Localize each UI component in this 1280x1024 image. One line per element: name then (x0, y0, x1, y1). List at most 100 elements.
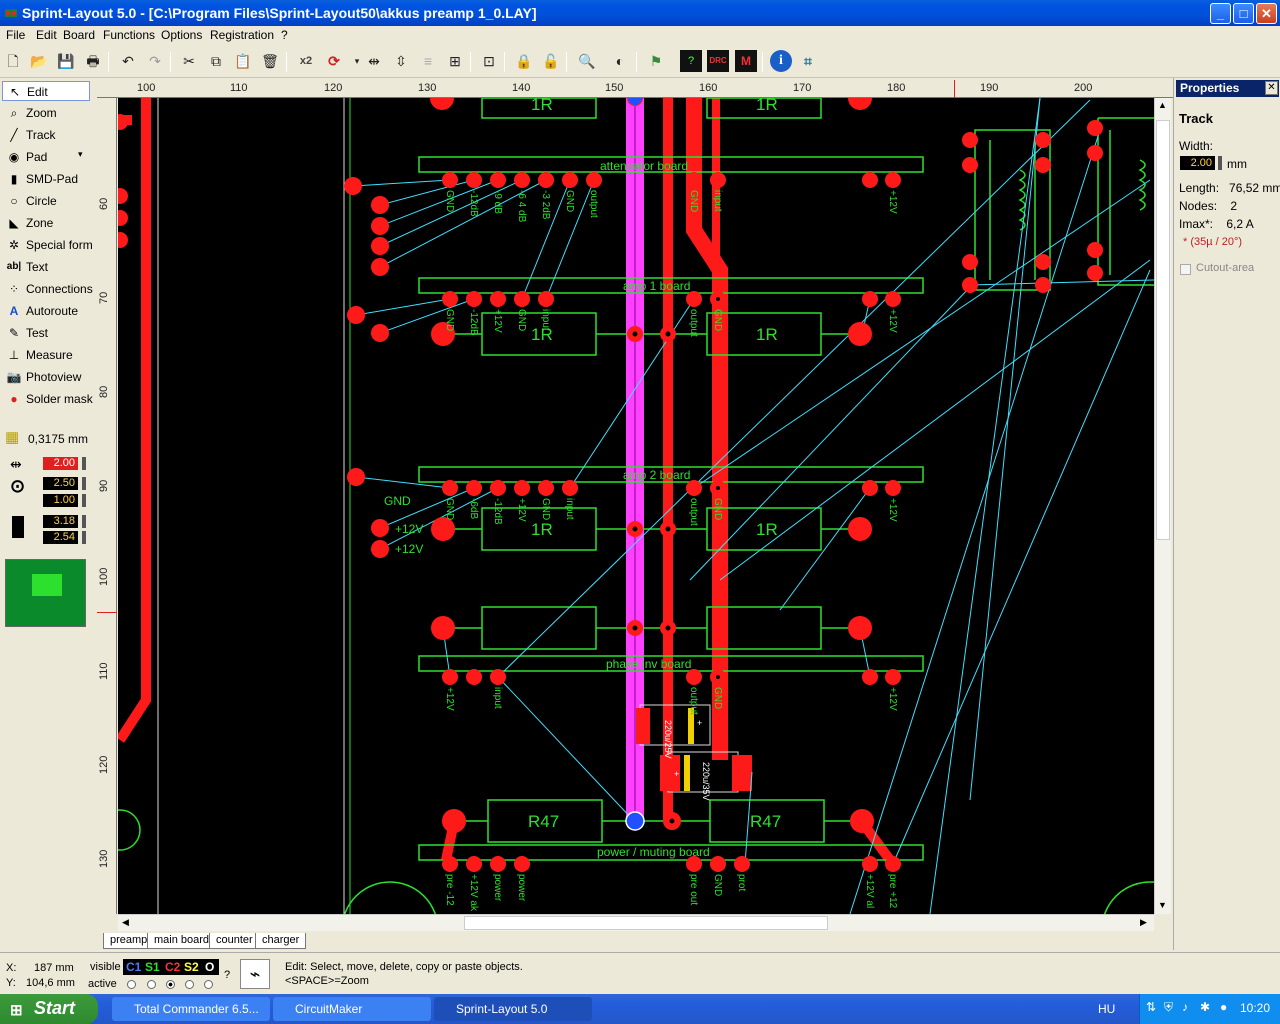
task-total-commander[interactable]: Total Commander 6.5... (112, 997, 270, 1021)
language-indicator[interactable]: HU (1098, 1002, 1115, 1016)
tool-autoroute[interactable]: A Autoroute (2, 301, 90, 321)
ungroup-icon[interactable]: ⊡ (478, 50, 500, 72)
tab-counter[interactable]: counter (209, 933, 260, 949)
layer-c2-toggle[interactable]: C2 (165, 960, 180, 974)
tool-test[interactable]: ✎ Test (2, 323, 90, 343)
tab-charger[interactable]: charger (255, 933, 307, 949)
delete-icon[interactable]: 🗑 (259, 50, 281, 72)
layer-s2-toggle[interactable]: S2 (184, 960, 199, 974)
track-width-field[interactable]: 2.00 (43, 457, 78, 470)
tool-solder-mask[interactable]: ● Solder mask (2, 389, 92, 409)
tool-pad[interactable]: ◉ Pad ▾ (2, 147, 90, 167)
start-button[interactable]: ⊞ Start (0, 994, 98, 1024)
grid-icon[interactable]: ▦ (5, 430, 23, 446)
align-icon[interactable]: ≡ (417, 50, 439, 72)
minimize-button[interactable]: _ (1210, 3, 1231, 24)
layer-s1-toggle[interactable]: S1 (145, 960, 160, 974)
drc-icon[interactable]: DRC (707, 50, 729, 72)
tray-network-icon[interactable]: ⇅ (1146, 1000, 1156, 1014)
mirror-h-icon[interactable]: ⇹ (363, 50, 385, 72)
smd-width-field[interactable]: 3.18 (43, 515, 78, 528)
menu-file[interactable]: File (6, 28, 25, 42)
vertical-scrollbar[interactable]: ▲ ▼ (1154, 98, 1171, 914)
scroll-down-icon[interactable]: ▼ (1158, 900, 1167, 910)
close-button[interactable]: ✕ (1256, 3, 1277, 24)
active-c2-radio[interactable] (166, 980, 175, 989)
unlock-icon[interactable]: 🔓 (540, 50, 562, 72)
redo-icon[interactable]: ↷ (144, 50, 166, 72)
scroll-right-icon[interactable]: ▶ (1140, 917, 1147, 928)
tool-connections[interactable]: ⁘ Connections (2, 279, 93, 299)
smd-width-spinner[interactable] (82, 515, 86, 528)
menu-options[interactable]: Options (161, 28, 202, 42)
contrast-icon[interactable]: ◐ (609, 50, 631, 72)
tool-special-form[interactable]: ✲ Special form (2, 235, 93, 255)
menu-board[interactable]: Board (63, 28, 95, 42)
horizontal-scroll-thumb[interactable] (464, 916, 828, 930)
track-width-spinner[interactable] (82, 457, 86, 470)
mirror-v-icon[interactable]: ⇳ (390, 50, 412, 72)
checker-icon[interactable]: ⚑ (645, 50, 667, 72)
pcb-canvas[interactable]: attenuator board amp 1 board amp 2 board… (118, 98, 1154, 914)
pcb-drawing[interactable]: attenuator board amp 1 board amp 2 board… (118, 98, 1154, 914)
pad-outer-spinner[interactable] (82, 477, 86, 490)
menu-help[interactable]: ? (281, 28, 288, 42)
horizontal-scrollbar[interactable]: ◀ ▶ (118, 914, 1154, 931)
grid-value[interactable]: 0,3175 mm (28, 432, 88, 446)
tool-text[interactable]: ab| Text (2, 257, 90, 277)
active-c1-radio[interactable] (127, 980, 136, 989)
connection-check-icon[interactable]: ? (680, 50, 702, 72)
tool-mode-icon[interactable]: ⌁ (240, 959, 270, 989)
active-s2-radio[interactable] (185, 980, 194, 989)
menu-edit[interactable]: Edit (36, 28, 57, 42)
properties-close-icon[interactable]: ✕ (1265, 81, 1278, 95)
scroll-up-icon[interactable]: ▲ (1158, 100, 1167, 110)
pad-inner-spinner[interactable] (82, 494, 86, 507)
pad-dropdown-icon[interactable]: ▾ (78, 149, 83, 160)
tool-smd-pad[interactable]: ▮ SMD-Pad (2, 169, 90, 189)
layer-c1-toggle[interactable]: C1 (126, 960, 141, 974)
layer-preview[interactable] (5, 559, 86, 627)
cutout-checkbox[interactable] (1180, 264, 1191, 275)
undo-icon[interactable]: ↶ (117, 50, 139, 72)
menu-registration[interactable]: Registration (210, 28, 274, 42)
scroll-left-icon[interactable]: ◀ (122, 917, 129, 928)
lock-icon[interactable]: 🔒 (513, 50, 535, 72)
macro-icon[interactable]: M (735, 50, 757, 72)
info-icon[interactable]: i (770, 50, 792, 72)
open-icon[interactable]: 📂 (28, 50, 50, 72)
zoom-icon[interactable]: 🔍 (576, 50, 598, 72)
copy-icon[interactable]: ⧉ (205, 50, 227, 72)
tray-app-icon[interactable]: ● (1220, 1000, 1227, 1014)
task-sprint-layout[interactable]: Sprint-Layout 5.0 (434, 997, 592, 1021)
pad-outer-field[interactable]: 2.50 (43, 477, 78, 490)
smd-height-field[interactable]: 2.54 (43, 531, 78, 544)
select-icon[interactable]: ⌗ (797, 50, 819, 72)
active-o-radio[interactable] (204, 980, 213, 989)
smd-height-spinner[interactable] (82, 531, 86, 544)
width-spinner[interactable] (1218, 156, 1222, 170)
tool-zoom[interactable]: ⌕ Zoom (2, 103, 90, 123)
active-s1-radio[interactable] (147, 980, 156, 989)
maximize-button[interactable]: □ (1233, 3, 1254, 24)
tool-edit[interactable]: ↖ Edit (2, 81, 90, 101)
group-icon[interactable]: ⊞ (444, 50, 466, 72)
tray-shield-icon[interactable]: ⛨ (1164, 1000, 1173, 1015)
pad-inner-field[interactable]: 1.00 (43, 494, 78, 507)
print-icon[interactable]: 🖶 (82, 50, 104, 72)
tool-photoview[interactable]: 📷 Photoview (2, 367, 90, 387)
menu-functions[interactable]: Functions (103, 28, 155, 42)
tool-track[interactable]: ╱ Track (2, 125, 90, 145)
tab-main-board[interactable]: main board (147, 933, 217, 949)
layer-o-toggle[interactable]: O (205, 960, 214, 974)
width-field[interactable]: 2.00 (1180, 156, 1215, 170)
paste-icon[interactable]: 📋 (232, 50, 254, 72)
tray-volume-icon[interactable]: ♪ (1182, 1000, 1188, 1014)
tool-measure[interactable]: ⊥ Measure (2, 345, 90, 365)
save-icon[interactable]: 💾 (55, 50, 77, 72)
task-circuitmaker[interactable]: CircuitMaker (273, 997, 431, 1021)
x2-icon[interactable]: x2 (295, 50, 317, 72)
tool-zone[interactable]: ◣ Zone (2, 213, 90, 233)
tray-bluetooth-icon[interactable]: ✱ (1200, 1000, 1210, 1014)
rotate-icon[interactable]: ⟳ (323, 50, 345, 72)
